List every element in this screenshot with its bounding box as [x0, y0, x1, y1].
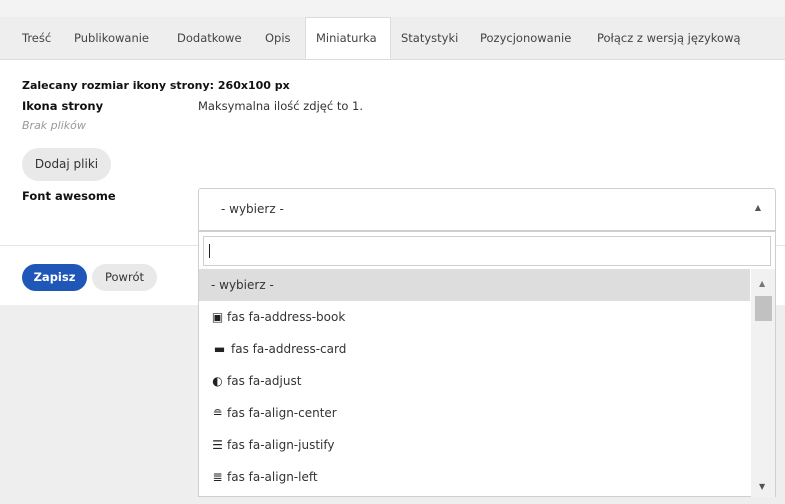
- option-address-book[interactable]: ▣ fas fa-address-book: [199, 301, 750, 333]
- option-align-left[interactable]: ≣ fas fa-align-left: [199, 461, 750, 493]
- tab-miniaturka[interactable]: Miniaturka: [305, 17, 391, 59]
- option-align-justify[interactable]: ☰ fas fa-align-justify: [199, 429, 750, 461]
- tab-dodatkowe[interactable]: Dodatkowe: [177, 17, 242, 59]
- select-value: - wybierz -: [221, 202, 284, 216]
- font-awesome-select[interactable]: - wybierz - ▲: [198, 188, 776, 231]
- address-card-icon: ▬: [213, 342, 226, 356]
- dropdown-search-input[interactable]: [203, 236, 771, 266]
- adjust-icon: ◐: [212, 374, 223, 388]
- tab-pozycjonowanie[interactable]: Pozycjonowanie: [480, 17, 571, 59]
- tab-tresc[interactable]: Treść: [22, 17, 51, 59]
- tab-statystyki[interactable]: Statystyki: [401, 17, 458, 59]
- align-left-icon: ≣: [212, 470, 223, 484]
- option-placeholder[interactable]: - wybierz -: [199, 269, 750, 301]
- add-files-button[interactable]: Dodaj pliki: [22, 148, 111, 181]
- top-strip: [0, 0, 785, 17]
- text-cursor: [209, 244, 210, 258]
- tab-bar: Treść Publikowanie Dodatkowe Opis Miniat…: [0, 17, 785, 60]
- tab-publikowanie[interactable]: Publikowanie: [74, 17, 149, 59]
- align-center-icon: ≘: [212, 406, 223, 420]
- dropdown-scrollbar[interactable]: ▲ ▼: [751, 269, 775, 497]
- max-photos-text: Maksymalna ilość zdjęć to 1.: [198, 99, 364, 113]
- option-align-center[interactable]: ≘ fas fa-align-center: [199, 397, 750, 429]
- scroll-up-icon[interactable]: ▲: [759, 279, 765, 288]
- option-adjust[interactable]: ◐ fas fa-adjust: [199, 365, 750, 397]
- option-address-card[interactable]: ▬ fas fa-address-card: [199, 333, 750, 365]
- select-dropdown: - wybierz - ▣ fas fa-address-book ▬ fas fa…: [198, 231, 776, 497]
- back-button[interactable]: Powrót: [92, 264, 157, 291]
- scrollbar-thumb[interactable]: [755, 296, 772, 321]
- address-book-icon: ▣: [211, 310, 224, 324]
- no-files-text: Brak plików: [22, 119, 86, 132]
- font-awesome-label: Font awesome: [22, 189, 116, 203]
- caret-up-icon: ▲: [754, 203, 761, 212]
- options-list: - wybierz - ▣ fas fa-address-book ▬ fas fa…: [199, 269, 750, 497]
- recommended-size-text: Zalecany rozmiar ikony strony: 260x100 p…: [22, 79, 290, 92]
- scroll-down-icon[interactable]: ▼: [759, 482, 765, 491]
- tab-polacz-wersja[interactable]: Połącz z wersją językową: [597, 17, 741, 59]
- align-justify-icon: ☰: [212, 438, 223, 452]
- save-button[interactable]: Zapisz: [22, 264, 87, 291]
- tab-opis[interactable]: Opis: [265, 17, 291, 59]
- icon-label: Ikona strony: [22, 99, 104, 113]
